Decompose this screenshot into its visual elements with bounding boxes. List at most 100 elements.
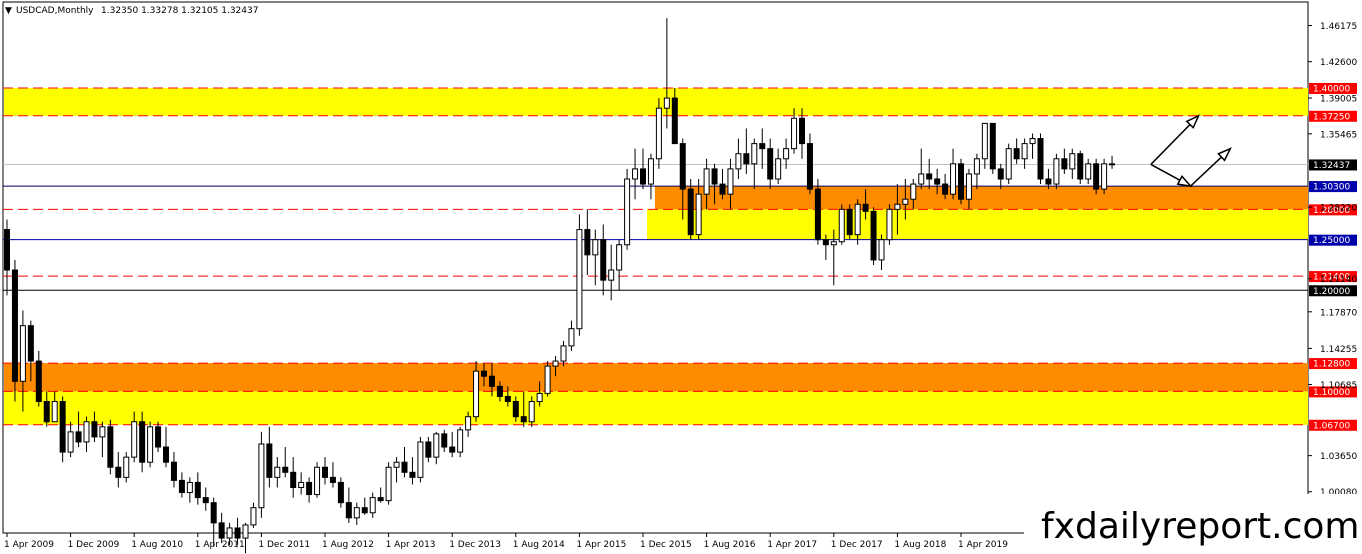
- candle-bull: [1085, 163, 1092, 180]
- candle: [417, 436, 424, 483]
- candle-bear: [687, 188, 694, 236]
- candle-bear: [958, 163, 964, 200]
- candle-bear: [846, 208, 853, 236]
- candle-bull: [552, 360, 559, 367]
- candle-bear: [814, 188, 821, 241]
- candle-bull: [791, 117, 798, 150]
- candle-bull: [314, 466, 321, 496]
- candle-bull: [131, 421, 138, 458]
- zone-yellow-4: [4, 391, 1308, 425]
- zone-orange-3: [4, 363, 1308, 392]
- candle-bear: [767, 148, 774, 180]
- candle-bear: [1037, 138, 1044, 180]
- candle-bear: [504, 395, 511, 403]
- candle: [1053, 153, 1060, 190]
- candle-bull: [783, 148, 790, 160]
- candle-bull: [918, 173, 925, 185]
- price-chart[interactable]: 1.400001.372501.324371.303001.280001.250…: [0, 0, 1362, 554]
- candle: [958, 158, 964, 205]
- candle-bull: [274, 466, 281, 478]
- candle-bull: [568, 328, 575, 347]
- candle-bear: [806, 143, 813, 190]
- candle-bull: [353, 507, 360, 519]
- candle-bull: [624, 178, 631, 246]
- y-tick-label: 1.21140: [1320, 275, 1357, 285]
- candle-bull: [973, 158, 980, 175]
- candle-bear: [640, 168, 646, 185]
- candle-bear: [218, 522, 225, 539]
- y-tick-label: 1.17870: [1320, 308, 1357, 318]
- candle-bull: [67, 431, 74, 453]
- candle-bull: [186, 481, 193, 494]
- candle-bear: [345, 502, 352, 519]
- candle-bull: [965, 173, 972, 200]
- candle-bear: [202, 497, 209, 504]
- level-tag-1.40000: 1.40000: [1313, 84, 1350, 94]
- watermark-text: fxdailyreport.com: [1041, 506, 1359, 547]
- candle-bear: [942, 183, 949, 195]
- candle-bear: [43, 401, 50, 423]
- candle-bull: [147, 426, 154, 463]
- candle-bull: [1021, 143, 1028, 160]
- x-tick-label: 1 Dec 2009: [68, 540, 120, 550]
- candle-bear: [441, 433, 448, 448]
- candle-bull: [298, 481, 305, 488]
- candle-bull: [886, 208, 893, 241]
- candle-bull: [663, 97, 670, 109]
- candle-bear: [759, 143, 766, 150]
- x-tick-label: 1 Dec 2013: [449, 540, 501, 550]
- candle-bull: [735, 153, 742, 170]
- x-tick-label: 1 Dec 2017: [831, 540, 883, 550]
- candle-bull: [465, 416, 472, 431]
- candle-bear: [425, 441, 432, 458]
- candle-bull: [838, 208, 845, 243]
- candle-bear: [210, 502, 217, 524]
- candle-bear: [926, 173, 933, 180]
- candle-bull: [99, 426, 106, 438]
- y-tick-label: 1.42600: [1320, 58, 1357, 68]
- candle-bull: [576, 229, 583, 330]
- candle: [314, 462, 321, 498]
- chart-title-arrow-icon[interactable]: ▼: [5, 6, 12, 16]
- candle: [886, 204, 893, 245]
- candle-bull: [910, 183, 917, 200]
- candle-bear: [488, 375, 495, 387]
- candle-bear: [799, 117, 805, 145]
- x-tick-label: 1 Dec 2015: [640, 540, 692, 550]
- candle-bear: [178, 479, 185, 494]
- candle-bear: [584, 229, 591, 256]
- level-tag-1.37250: 1.37250: [1313, 112, 1350, 122]
- candle-bear: [719, 183, 726, 195]
- x-tick-label: 1 Aug 2010: [131, 540, 183, 550]
- candle: [576, 214, 583, 336]
- candle-bull: [727, 168, 734, 195]
- chart-title-symbol: USDCAD,Monthly: [16, 6, 94, 16]
- candle-bull: [123, 456, 130, 478]
- candle-bull: [528, 401, 535, 423]
- candle-bear: [27, 325, 34, 362]
- candle-bull: [258, 443, 265, 509]
- candle-bear: [711, 168, 718, 185]
- candle-bear: [1061, 158, 1068, 170]
- candle: [814, 179, 821, 245]
- candle-bull: [830, 241, 837, 246]
- candle-bull: [369, 497, 376, 514]
- candle-bear: [107, 426, 114, 468]
- zone-yellow-2: [646, 209, 1308, 240]
- x-tick-label: 1 Apr 2015: [576, 540, 626, 550]
- candle-bull: [457, 429, 464, 453]
- candle-bull: [854, 203, 861, 236]
- y-tick-label: 1.39005: [1320, 95, 1357, 105]
- candle-bear: [194, 481, 201, 499]
- candle: [870, 207, 877, 265]
- y-tick-label: 1.28220: [1320, 204, 1357, 214]
- candle-bear: [59, 401, 66, 453]
- candle-bull: [1053, 158, 1060, 185]
- candle-bull: [560, 345, 567, 362]
- candle: [1101, 158, 1108, 195]
- candle-bull: [1069, 153, 1076, 170]
- candle-bear: [481, 370, 487, 377]
- candle-bear: [361, 507, 368, 514]
- candle: [59, 396, 66, 463]
- candle-bull: [616, 244, 623, 271]
